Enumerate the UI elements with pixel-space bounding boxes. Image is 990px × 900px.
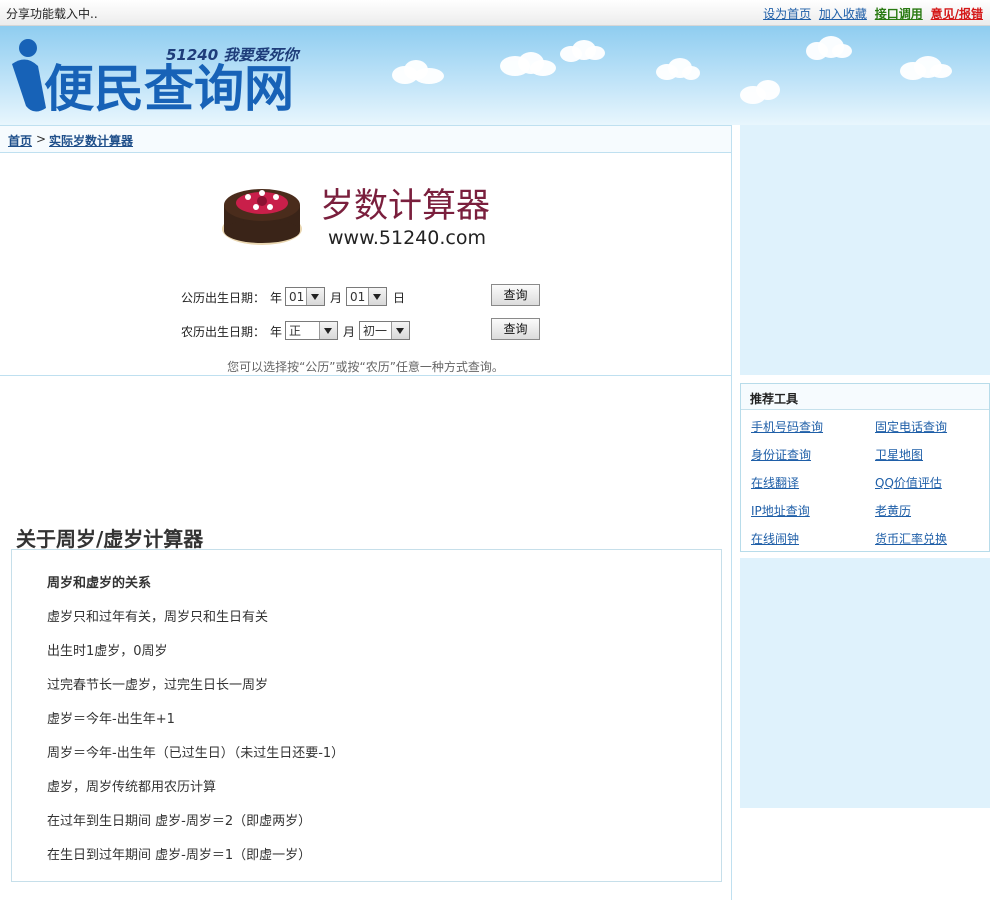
chevron-down-icon — [306, 288, 324, 305]
cake-icon — [222, 189, 302, 245]
lunar-month-unit: 月 — [343, 325, 356, 339]
logo-slogan: 51240 我要爱死你 — [166, 46, 301, 64]
about-subheading: 周岁和虚岁的关系 — [47, 576, 152, 591]
breadcrumb-current-link[interactable]: 实际岁数计算器 — [49, 132, 133, 149]
brand-url: www.51240.com — [328, 227, 486, 249]
solar-month-value: 01 — [289, 290, 305, 304]
sidebar-ad-bottom — [740, 558, 990, 808]
solar-query-button[interactable]: 查询 — [491, 284, 540, 306]
tool-link-mobile[interactable]: 手机号码查询 — [751, 418, 823, 435]
lunar-month-value: 正 — [289, 324, 302, 338]
logo-text-bianmin: 便民查询网 — [44, 60, 294, 116]
recommended-tools: 推荐工具 手机号码查询 固定电话查询 身份证查询 卫星地图 在线翻译 QQ价值评… — [740, 383, 990, 552]
breadcrumb: 首页 > 实际岁数计算器 — [0, 125, 731, 153]
about-line: 出生时1虚岁，0周岁 — [47, 644, 168, 659]
solar-day-unit: 日 — [393, 291, 406, 305]
breadcrumb-home-link[interactable]: 首页 — [8, 132, 32, 149]
tools-title: 推荐工具 — [750, 392, 799, 406]
about-line: 虚岁只和过年有关，周岁只和生日有关 — [47, 610, 269, 625]
solar-month-select[interactable]: 01 — [285, 287, 325, 306]
site-header: 便民查询网 51240 我要爱死你 — [0, 26, 990, 125]
share-status-text: 分享功能载入中.. — [6, 7, 98, 21]
api-link[interactable]: 接口调用 — [875, 7, 923, 21]
lunar-date-label: 农历出生日期： — [181, 325, 266, 339]
chevron-down-icon — [319, 322, 337, 339]
tool-link-ip[interactable]: IP地址查询 — [751, 502, 810, 519]
about-box: 周岁和虚岁的关系 虚岁只和过年有关，周岁只和生日有关 出生时1虚岁，0周岁 过完… — [11, 549, 722, 882]
tool-link-idcard[interactable]: 身份证查询 — [751, 446, 811, 463]
about-line: 周岁＝今年-出生年（已过生日）（未过生日还要-1） — [47, 746, 345, 761]
lunar-month-select[interactable]: 正 — [285, 321, 338, 340]
age-calculator: 岁数计算器 www.51240.com 公历出生日期： 年 01 月 01 日 … — [0, 152, 731, 376]
solar-date-label: 公历出生日期： — [181, 291, 266, 305]
solar-day-select[interactable]: 01 — [346, 287, 387, 306]
tool-link-satellite-map[interactable]: 卫星地图 — [875, 446, 923, 463]
breadcrumb-separator: > — [36, 132, 47, 146]
calculator-brand-logo: 岁数计算器 www.51240.com — [222, 186, 490, 249]
solar-day-value: 01 — [350, 290, 366, 304]
chevron-down-icon — [391, 322, 409, 339]
set-homepage-link[interactable]: 设为首页 — [763, 7, 811, 21]
tool-link-currency[interactable]: 货币汇率兑换 — [875, 530, 947, 547]
main-content: 首页 > 实际岁数计算器 岁数计算器 www.51240.com 公历出生日期： — [0, 125, 732, 900]
add-favorite-link[interactable]: 加入收藏 — [819, 7, 867, 21]
tool-link-qq-value[interactable]: QQ价值评估 — [875, 474, 942, 491]
top-links: 设为首页 加入收藏 接口调用 意见/报错 — [759, 5, 983, 22]
tool-link-alarm[interactable]: 在线闹钟 — [751, 530, 799, 547]
chevron-down-icon — [368, 288, 386, 305]
tool-link-translate[interactable]: 在线翻译 — [751, 474, 799, 491]
calculator-hint: 您可以选择按“公历”或按“农历”任意一种方式查询。 — [227, 360, 504, 374]
lunar-day-value: 初一 — [363, 324, 388, 338]
about-line: 虚岁＝今年-出生年+1 — [47, 712, 175, 727]
solar-month-unit: 月 — [330, 291, 343, 305]
lunar-day-select[interactable]: 初一 — [359, 321, 410, 340]
about-line: 在过年到生日期间 虚岁-周岁＝2（即虚两岁） — [47, 814, 312, 829]
brand-title: 岁数计算器 — [320, 186, 490, 226]
sidebar-ad-top — [740, 125, 990, 375]
tool-link-almanac[interactable]: 老黄历 — [875, 502, 911, 519]
lunar-year-unit: 年 — [270, 325, 283, 339]
about-line: 虚岁，周岁传统都用农历计算 — [47, 780, 217, 795]
tools-header: 推荐工具 — [741, 384, 989, 410]
tool-link-landline[interactable]: 固定电话查询 — [875, 418, 947, 435]
feedback-link[interactable]: 意见/报错 — [931, 7, 983, 21]
about-heading: 关于周岁/虚岁计算器 — [16, 527, 204, 551]
about-line: 在生日到过年期间 虚岁-周岁＝1（即虚一岁） — [47, 848, 312, 863]
top-bar: 分享功能载入中.. 设为首页 加入收藏 接口调用 意见/报错 — [0, 0, 990, 26]
site-logo[interactable]: 便民查询网 51240 我要爱死你 — [8, 36, 313, 116]
about-line: 过完春节长一虚岁，过完生日长一周岁 — [47, 678, 269, 693]
solar-year-unit: 年 — [270, 291, 283, 305]
lunar-query-button[interactable]: 查询 — [491, 318, 540, 340]
